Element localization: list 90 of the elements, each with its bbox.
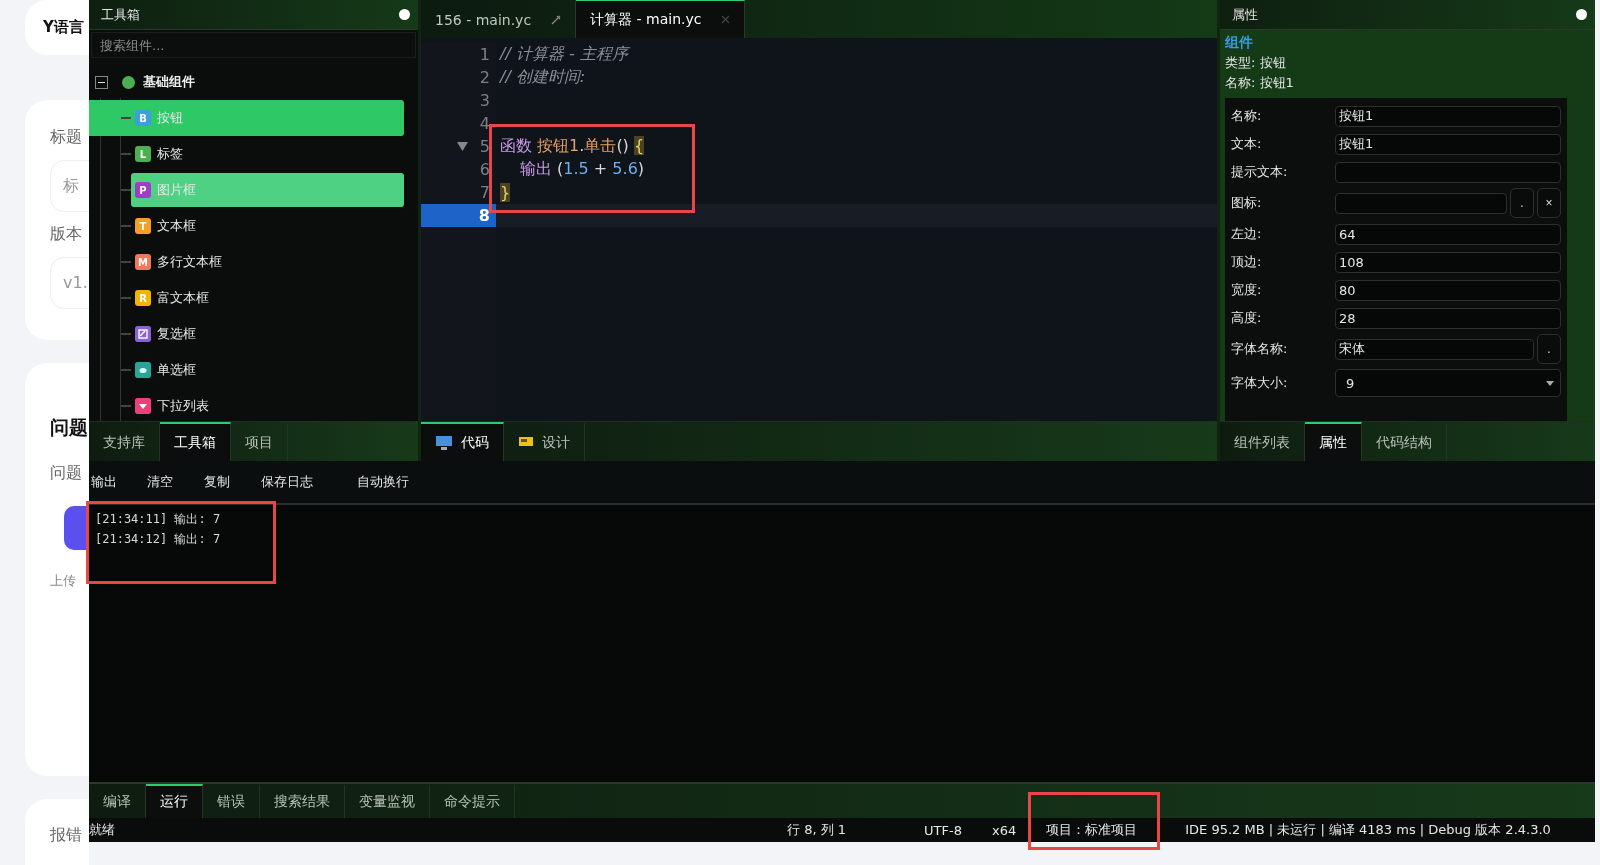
pin-icon[interactable] bbox=[551, 14, 562, 25]
line-number: 3 bbox=[479, 91, 490, 110]
tree-item[interactable]: R 富文本框 bbox=[89, 280, 404, 316]
tree-group-label[interactable]: 基础组件 bbox=[143, 73, 195, 91]
input-field[interactable]: 宋体 bbox=[1335, 338, 1534, 360]
type-badge: B bbox=[135, 110, 151, 126]
input-field[interactable] bbox=[1335, 161, 1561, 183]
line-number: 2 bbox=[479, 68, 490, 87]
field-label: 版本 bbox=[50, 224, 82, 245]
info-text: 类型: 按钮 bbox=[1225, 54, 1287, 72]
input-field[interactable]: 按钮1 bbox=[1335, 105, 1561, 127]
property-label: 图标: bbox=[1231, 194, 1263, 212]
field-button[interactable]: × bbox=[1537, 188, 1561, 218]
type-badge: R bbox=[135, 290, 151, 306]
field-label: 报错 bbox=[50, 825, 82, 846]
toolbar-button[interactable]: 自动换行 bbox=[357, 473, 409, 491]
toolbar-button[interactable]: 复制 bbox=[204, 473, 230, 491]
property-label: 左边: bbox=[1231, 225, 1263, 243]
type-badge: P bbox=[135, 182, 151, 198]
file-tab[interactable]: 计算器 - main.yc bbox=[576, 0, 746, 38]
line-number: 6 bbox=[479, 160, 490, 179]
input-field[interactable]: 28 bbox=[1335, 307, 1561, 329]
line-number: 8 bbox=[478, 206, 490, 225]
page-title: Y语言 bbox=[43, 18, 84, 37]
input-field[interactable]: 80 bbox=[1335, 279, 1561, 301]
tree-item[interactable]: 单选框 bbox=[89, 352, 404, 388]
property-label: 高度: bbox=[1231, 309, 1263, 327]
pin-dot-icon[interactable] bbox=[399, 9, 410, 20]
input-field[interactable]: 64 bbox=[1335, 223, 1561, 245]
field-label: 标题 bbox=[50, 127, 82, 148]
field-button[interactable]: . bbox=[1510, 188, 1534, 218]
code-line: // 创建时间: bbox=[500, 67, 586, 88]
type-badge: L bbox=[135, 146, 151, 162]
info-text: 名称: 按钮1 bbox=[1225, 74, 1295, 92]
panel-tab[interactable]: 属性 bbox=[1305, 422, 1362, 461]
field-label: 问题 bbox=[50, 463, 82, 484]
input-field[interactable]: 108 bbox=[1335, 251, 1561, 273]
encoding-label: UTF-8 bbox=[924, 822, 962, 838]
tree-item[interactable]: L 标签 bbox=[89, 136, 404, 172]
tree-item[interactable]: 复选框 bbox=[89, 316, 404, 352]
toolbar-button[interactable]: 保存日志 bbox=[261, 473, 313, 491]
collapse-toggle-icon[interactable] bbox=[95, 75, 108, 89]
code-line: 输出 (1.5 + 5.6) bbox=[520, 159, 645, 180]
toolbar-button[interactable]: 清空 bbox=[147, 473, 173, 491]
group-dot-icon bbox=[122, 75, 135, 89]
log-line: [21:34:12] 输出: 7 bbox=[95, 531, 222, 548]
line-number: 5 bbox=[479, 137, 490, 156]
field-button[interactable]: . bbox=[1537, 334, 1561, 364]
monitor-icon bbox=[435, 434, 453, 451]
property-label: 文本: bbox=[1231, 135, 1263, 153]
tree-item[interactable]: 下拉列表 bbox=[89, 388, 404, 421]
output-tab[interactable]: 运行 bbox=[146, 784, 203, 818]
input-field[interactable]: 按钮1 bbox=[1335, 133, 1561, 155]
line-number: 1 bbox=[479, 45, 490, 64]
line-number: 4 bbox=[479, 114, 490, 133]
status-text: 就绪 bbox=[89, 821, 115, 839]
property-label: 提示文本: bbox=[1231, 163, 1289, 181]
toolbar-button[interactable]: 输出 bbox=[91, 473, 117, 491]
tree-item[interactable]: T 文本框 bbox=[89, 208, 404, 244]
select-field[interactable]: 9 bbox=[1335, 369, 1561, 397]
hint-text: 上传 bbox=[50, 572, 76, 590]
fold-arrow-icon[interactable] bbox=[456, 142, 468, 151]
log-line: [21:34:11] 输出: 7 bbox=[95, 511, 222, 528]
arch-label: x64 bbox=[992, 822, 1017, 838]
section-heading: 问题 bbox=[50, 415, 88, 440]
project-label: 项目：标准项目 bbox=[1046, 821, 1138, 839]
status-info: IDE 95.2 MB | 未运行 | 编译 4183 ms | Debug 版本 2.4.3.0 bbox=[1185, 821, 1551, 839]
code-editor[interactable]: 1 2 3 4 5 6 7 8 // 计算器 - 主程序 // 创建时间: 函数 按钮1.单击() { 输出 (1.5 + 5.6) } bbox=[421, 38, 1217, 421]
search-field[interactable]: 搜索组件... bbox=[91, 32, 416, 58]
tree-item[interactable]: M 多行文本框 bbox=[89, 244, 404, 280]
property-label: 顶边: bbox=[1231, 253, 1263, 271]
panel-tab[interactable]: 工具箱 bbox=[160, 422, 231, 461]
property-label: 字体名称: bbox=[1231, 340, 1289, 358]
pin-dot-icon[interactable] bbox=[1576, 9, 1587, 20]
cursor-position: 行 8, 列 1 bbox=[787, 821, 847, 839]
section-title: 组件 bbox=[1225, 34, 1254, 52]
line-number: 7 bbox=[479, 183, 490, 202]
code-line: // 计算器 - 主程序 bbox=[500, 44, 628, 65]
design-icon bbox=[518, 436, 534, 449]
code-line: 函数 按钮1.单击() { bbox=[500, 136, 645, 157]
property-label: 字体大小: bbox=[1231, 374, 1289, 392]
panel-title: 属性 bbox=[1232, 5, 1258, 24]
type-badge: T bbox=[135, 218, 151, 234]
panel-title: 工具箱 bbox=[101, 5, 140, 24]
property-label: 宽度: bbox=[1231, 281, 1263, 299]
view-tab[interactable]: 代码 bbox=[421, 422, 504, 461]
input-field[interactable] bbox=[1335, 192, 1507, 214]
type-badge: M bbox=[135, 254, 151, 270]
property-label: 名称: bbox=[1231, 107, 1263, 125]
caret-icon bbox=[1546, 380, 1554, 386]
